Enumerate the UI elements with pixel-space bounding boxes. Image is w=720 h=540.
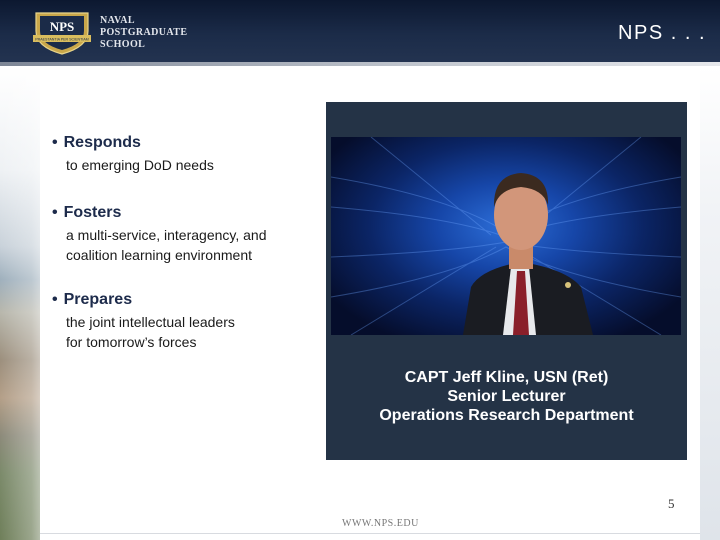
school-name: NAVAL POSTGRADUATE SCHOOL [100, 15, 187, 51]
bullet-heading: • Prepares [52, 290, 235, 310]
speaker-department: Operations Research Department [379, 407, 634, 424]
bullet-dot: • [52, 204, 58, 221]
bullet-body-line: for tomorrow’s forces [66, 334, 197, 350]
video-panel: CAPT Jeff Kline, USN (Ret) Senior Lectur… [326, 102, 687, 460]
header-divider [0, 62, 720, 66]
footer-divider [40, 533, 700, 534]
speaker-name: CAPT Jeff Kline, USN (Ret) [404, 369, 609, 386]
right-decor-strip [700, 66, 720, 540]
bullet-body: a multi-service, interagency, and coalit… [66, 225, 267, 265]
bullet-heading: • Responds [52, 133, 214, 153]
nps-shield-logo-icon: NPS PRAESTANTIA PER SCIENTIAM [33, 12, 91, 55]
bullet-item: • Fosters a multi-service, interagency, a… [52, 203, 267, 265]
school-name-line: NAVAL [100, 15, 135, 26]
bullet-heading-text: Fosters [63, 204, 122, 221]
bullet-body: the joint intellectual leaders for tomor… [66, 312, 235, 352]
bullet-dot: • [52, 134, 58, 151]
bullet-dot: • [52, 291, 58, 308]
school-name-line: POSTGRADUATE [100, 27, 188, 38]
bullet-body-line: to emerging DoD needs [66, 157, 214, 173]
slide-header: NPS PRAESTANTIA PER SCIENTIAM NAVAL POST… [0, 0, 720, 62]
bullet-heading-text: Responds [63, 134, 141, 151]
bullet-item: • Responds to emerging DoD needs [52, 133, 214, 175]
video-player[interactable] [331, 137, 681, 335]
bullet-body-line: coalition learning environment [66, 247, 252, 263]
bullet-heading: • Fosters [52, 203, 267, 223]
school-name-line: SCHOOL [100, 39, 146, 50]
bullet-body-line: the joint intellectual leaders [66, 314, 235, 330]
speaker-role: Senior Lecturer [447, 388, 566, 405]
bullet-body: to emerging DoD needs [66, 155, 214, 175]
bullet-item: • Prepares the joint intellectual leaders… [52, 290, 235, 352]
logo-letters: NPS [50, 19, 75, 34]
page-number: 5 [668, 496, 675, 511]
bullet-heading-text: Prepares [63, 291, 133, 308]
bullet-body-line: a multi-service, interagency, and [66, 227, 267, 243]
logo-banner-text: PRAESTANTIA PER SCIENTIAM [35, 38, 88, 42]
video-caption: CAPT Jeff Kline, USN (Ret) Senior Lectur… [326, 368, 687, 425]
speaker-video-still [331, 137, 681, 335]
footer-url[interactable]: WWW.NPS.EDU [342, 518, 419, 529]
slide-title: NPS . . . [618, 22, 706, 44]
